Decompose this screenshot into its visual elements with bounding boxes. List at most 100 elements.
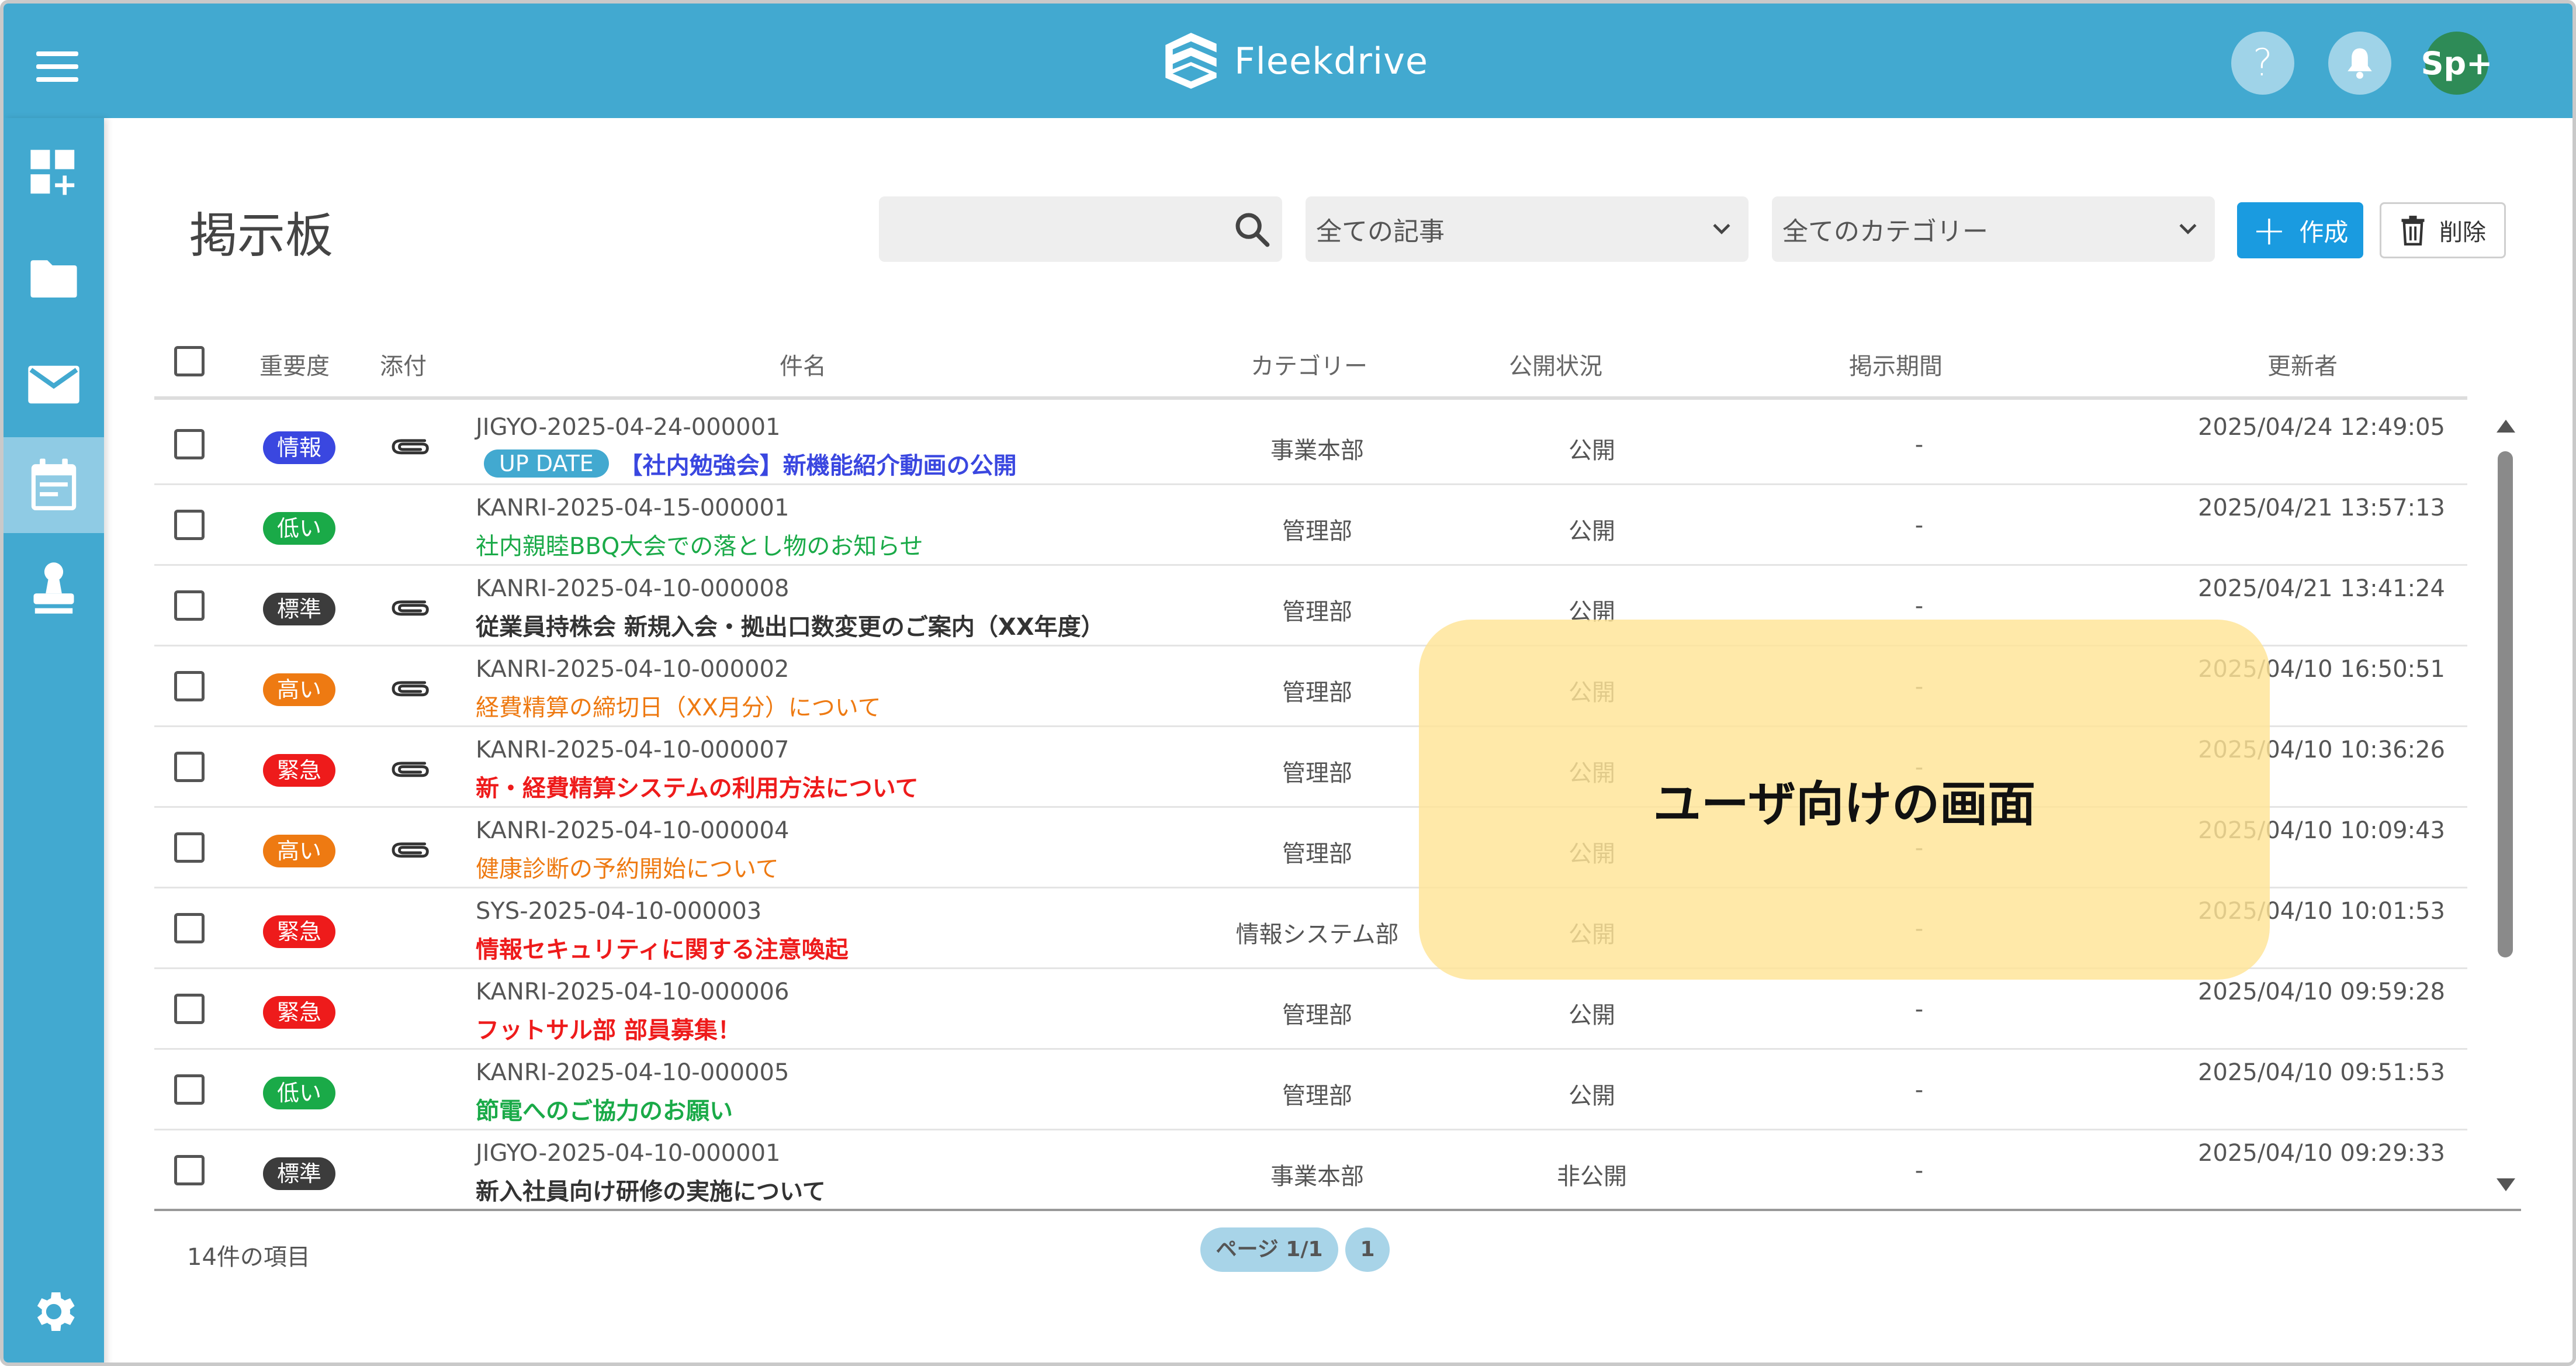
article-code: KANRI-2025-04-10-000008	[476, 575, 790, 602]
priority-badge: 緊急	[263, 915, 335, 948]
row-checkbox[interactable]	[174, 1074, 205, 1105]
annotation-text: ユーザ向けの画面	[1653, 776, 2036, 832]
row-checkbox[interactable]	[174, 832, 205, 863]
app-window: Fleekdrive ? Sp+ 掲示板 全ての記事 全てのカテゴリー + 作成…	[0, 0, 2576, 1366]
column-header-category[interactable]: カテゴリー	[1251, 347, 1367, 381]
status-cell: 公開	[1569, 1002, 1615, 1029]
period-cell: -	[1914, 1077, 1924, 1104]
category-filter-select[interactable]: 全てのカテゴリー	[1772, 196, 2215, 262]
column-header-updated-by[interactable]: 更新者	[2267, 347, 2338, 381]
table-row[interactable]: 低い KANRI-2025-04-10-000005 節電へのご協力のお願い 管理部 公…	[154, 1050, 2467, 1130]
category-cell: 事業本部	[1270, 1163, 1364, 1190]
sidebar-item-folder[interactable]	[4, 230, 104, 326]
row-checkbox[interactable]	[174, 429, 205, 459]
chevron-down-icon	[1713, 223, 1730, 234]
paperclip-icon[interactable]	[389, 756, 430, 780]
search-input[interactable]	[879, 196, 1224, 262]
category-cell: 事業本部	[1270, 437, 1364, 464]
paperclip-icon[interactable]	[389, 595, 430, 618]
select-all-checkbox[interactable]	[174, 346, 205, 376]
delete-button[interactable]: 削除	[2380, 202, 2506, 258]
article-title-link[interactable]: 社内親睦BBQ大会での落とし物のお知らせ	[476, 527, 923, 561]
user-avatar[interactable]: Sp+	[2421, 32, 2492, 95]
avatar-label: Sp+	[2421, 44, 2493, 82]
sidebar-item-bulletin[interactable]	[4, 437, 104, 533]
calendar-board-icon	[31, 458, 77, 510]
period-cell: -	[1914, 593, 1924, 620]
column-header-period[interactable]: 掲示期間	[1849, 347, 1943, 381]
scroll-up-arrow-icon[interactable]	[2497, 420, 2515, 433]
paperclip-icon[interactable]	[389, 837, 430, 860]
article-title-link[interactable]: 従業員持株会 新規入会・拠出口数変更のご案内（XX年度）	[476, 608, 1105, 642]
status-cell: 公開	[1569, 1083, 1615, 1109]
article-code: KANRI-2025-04-10-000002	[476, 656, 790, 683]
dashboard-add-icon	[30, 150, 75, 195]
column-header-attachment[interactable]: 添付	[380, 347, 427, 381]
sidebar-item-settings[interactable]	[4, 1264, 104, 1360]
table-row[interactable]: 標準 JIGYO-2025-04-10-000001 新入社員向け研修の実施について…	[154, 1130, 2467, 1210]
article-title-link[interactable]: フットサル部 部員募集！	[476, 1011, 741, 1045]
column-header-priority[interactable]: 重要度	[259, 347, 330, 381]
priority-badge: 高い	[263, 835, 335, 867]
article-title: 【社内勉強会】新機能紹介動画の公開	[619, 452, 1017, 479]
table-row[interactable]: 低い KANRI-2025-04-15-000001 社内親睦BBQ大会での落とし物…	[154, 485, 2467, 566]
sidebar-item-dashboard[interactable]	[4, 125, 104, 221]
priority-badge: 標準	[263, 1157, 335, 1190]
folder-icon	[30, 260, 77, 298]
help-button[interactable]: ?	[2231, 32, 2294, 95]
column-header-status[interactable]: 公開状況	[1509, 347, 1602, 381]
row-checkbox[interactable]	[174, 671, 205, 701]
article-title-link[interactable]: 情報セキュリティに関する注意喚起	[476, 931, 849, 964]
scroll-down-arrow-icon[interactable]	[2497, 1178, 2515, 1191]
table-row[interactable]: 情報 JIGYO-2025-04-24-000001 UP DATE 【社内勉強会】新…	[154, 404, 2467, 485]
article-title-link[interactable]: 節電へのご協力のお願い	[476, 1092, 733, 1126]
paperclip-icon[interactable]	[389, 676, 430, 699]
row-checkbox[interactable]	[174, 510, 205, 540]
article-title-link[interactable]: UP DATE 【社内勉強会】新機能紹介動画の公開	[476, 447, 1017, 480]
article-title-link[interactable]: 経費精算の締切日（XX月分）について	[476, 689, 881, 722]
column-header-subject[interactable]: 件名	[780, 347, 826, 381]
stamp-icon	[33, 562, 74, 614]
delete-label: 削除	[2439, 219, 2486, 246]
row-checkbox[interactable]	[174, 1155, 205, 1185]
priority-badge: 緊急	[263, 996, 335, 1029]
sidebar-item-stamp[interactable]	[4, 540, 104, 636]
sidebar-item-mail[interactable]	[4, 337, 104, 433]
table-bottom-divider	[154, 1209, 2521, 1211]
paperclip-icon[interactable]	[389, 434, 430, 457]
pager-label: ページ 1/1	[1200, 1227, 1338, 1272]
sidebar	[4, 118, 104, 1362]
category-filter-value: 全てのカテゴリー	[1782, 217, 1988, 247]
row-checkbox[interactable]	[174, 994, 205, 1024]
article-title-link[interactable]: 新入社員向け研修の実施について	[476, 1173, 826, 1206]
article-title-link[interactable]: 健康診断の予約開始について	[476, 850, 779, 884]
article-title: 経費精算の締切日（XX月分）について	[476, 694, 881, 721]
updated-cell: 2025/04/10 09:29:33	[2198, 1140, 2445, 1167]
row-checkbox[interactable]	[174, 913, 205, 943]
row-checkbox[interactable]	[174, 752, 205, 782]
updated-cell: 2025/04/21 13:57:13	[2198, 494, 2445, 521]
updated-cell: 2025/04/21 13:41:24	[2198, 575, 2445, 602]
updated-cell: 2025/04/10 09:51:53	[2198, 1059, 2445, 1086]
priority-badge: 標準	[263, 593, 335, 625]
row-checkbox[interactable]	[174, 590, 205, 621]
article-filter-select[interactable]: 全ての記事	[1306, 196, 1749, 262]
app-logo[interactable]: Fleekdrive	[1161, 30, 1428, 91]
article-code: JIGYO-2025-04-10-000001	[476, 1140, 781, 1167]
scroll-thumb[interactable]	[2498, 451, 2513, 957]
page-number-button[interactable]: 1	[1345, 1227, 1390, 1272]
logo-mark-icon	[1165, 33, 1217, 89]
article-code: JIGYO-2025-04-24-000001	[476, 414, 781, 441]
article-title-link[interactable]: 新・経費精算システムの利用方法について	[476, 769, 919, 803]
updated-cell: 2025/04/24 12:49:05	[2198, 414, 2445, 441]
table-row[interactable]: 緊急 KANRI-2025-04-10-000006 フットサル部 部員募集！ 管理部…	[154, 969, 2467, 1050]
menu-icon[interactable]	[36, 51, 78, 82]
create-button[interactable]: + 作成	[2237, 202, 2363, 258]
top-header: Fleekdrive ? Sp+	[4, 4, 2572, 118]
article-code: KANRI-2025-04-15-000001	[476, 494, 790, 521]
article-code: KANRI-2025-04-10-000006	[476, 978, 790, 1005]
mail-icon	[28, 365, 79, 404]
search-icon[interactable]	[1233, 210, 1270, 248]
article-title: 社内親睦BBQ大会での落とし物のお知らせ	[476, 533, 923, 560]
notification-button[interactable]	[2328, 32, 2391, 95]
